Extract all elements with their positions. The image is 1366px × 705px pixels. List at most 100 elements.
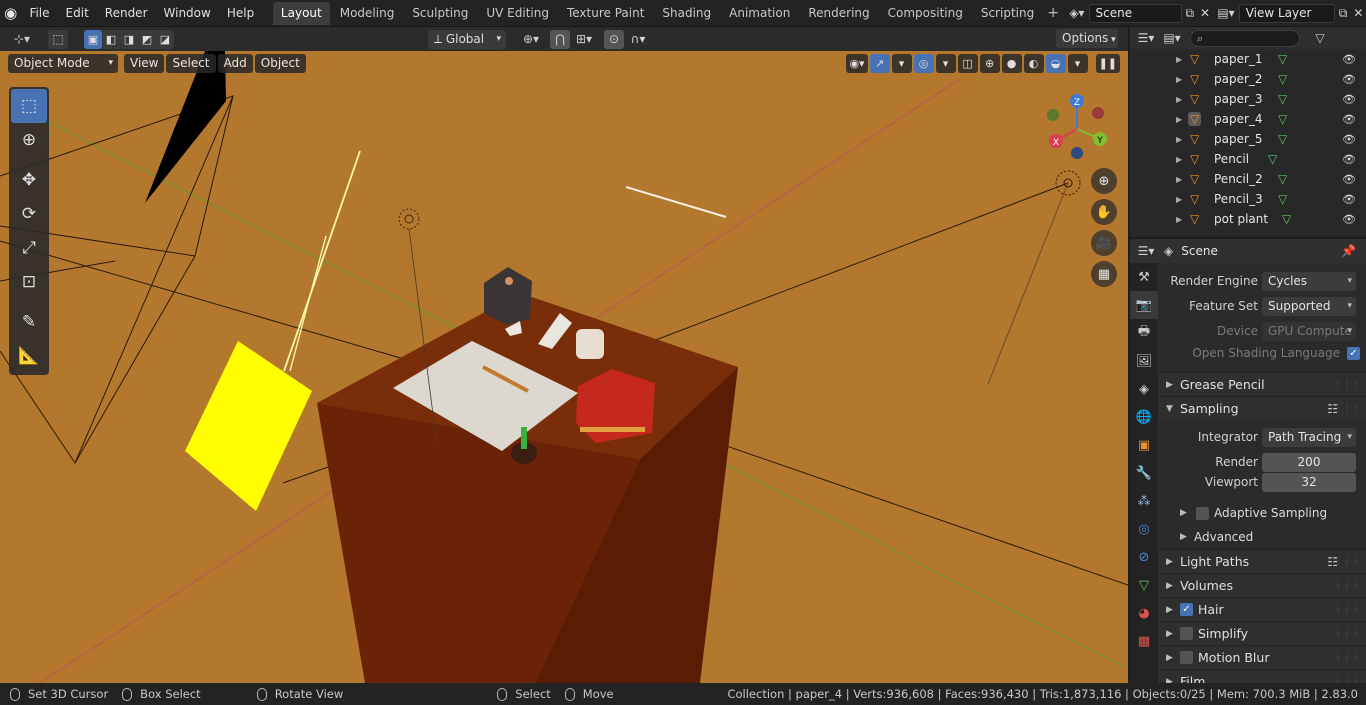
filter-icon[interactable]: ▽ [1310,29,1330,48]
snap-target-icon[interactable]: ⊞▾ [570,30,598,49]
visibility-eye-icon[interactable]: 👁 [1342,173,1356,186]
expand-arrow-icon[interactable]: ▶ [1176,175,1182,184]
simplify-panel[interactable]: ▶ Simplify ⋮⋮⋮ [1158,621,1366,645]
hair-checkbox[interactable]: ✓ [1180,603,1193,616]
menu-render[interactable]: Render [97,0,156,27]
view-layer-tab-icon[interactable]: 🖼 [1130,347,1158,375]
adaptive-sampling-checkbox[interactable] [1196,506,1209,520]
annotate-tool-icon[interactable]: ✎ [11,305,47,339]
film-panel[interactable]: ▶ Film ⋮⋮⋮ [1158,669,1366,683]
drag-grip-icon[interactable]: ⋮⋮⋮ [1333,604,1361,615]
new-view-layer-icon[interactable]: ⧉ [1335,4,1350,23]
view-menu[interactable]: View [124,54,165,73]
world-tab-icon[interactable]: 🌐 [1130,403,1158,431]
expand-arrow-icon[interactable]: ▶ [1176,215,1182,224]
view-layer-selector-icon[interactable]: ▤▾ [1217,4,1234,23]
hair-panel[interactable]: ▶ ✓ Hair ⋮⋮⋮ [1158,597,1366,621]
light-paths-panel[interactable]: ▶ Light Paths ☷ ⋮⋮⋮ [1158,549,1366,573]
material-shading-icon[interactable]: ◐ [1023,54,1044,73]
expand-arrow-icon[interactable]: ▶ [1176,55,1182,64]
mesh-data-icon[interactable]: ▽ [1278,192,1287,206]
gizmo-options-icon[interactable]: ▾ [891,54,912,73]
shading-options-icon[interactable]: ▾ [1067,54,1088,73]
proportional-falloff-icon[interactable]: ∩▾ [624,30,652,49]
expand-arrow-icon[interactable]: ▶ [1176,115,1182,124]
xray-toggle-icon[interactable]: ◫ [957,54,978,73]
outliner-item-pencil[interactable]: ▶ ▽ Pencil ▽ 👁 [1130,149,1366,169]
mesh-data-icon[interactable]: ▽ [1278,92,1287,106]
tab-layout[interactable]: Layout [272,1,330,25]
menu-edit[interactable]: Edit [58,0,97,27]
visibility-icon[interactable]: ◉▾ [846,54,868,73]
pan-hand-icon[interactable]: ✋ [1091,199,1117,225]
outliner-item-paper-4[interactable]: ▶ ▽ paper_4 ▽ 👁 [1130,109,1366,129]
mesh-data-icon[interactable]: ▽ [1282,212,1291,226]
drag-grip-icon[interactable]: ⋮⋮⋮ [1333,556,1361,567]
mesh-data-icon[interactable]: ▽ [1278,112,1287,126]
particles-tab-icon[interactable]: ⁂ [1130,487,1158,515]
tab-texture-paint[interactable]: Texture Paint [559,2,652,25]
cursor-tool-icon[interactable]: ⊕ [11,123,47,157]
solid-shading-icon[interactable]: ● [1001,54,1022,73]
simplify-checkbox[interactable] [1180,627,1193,640]
output-tab-icon[interactable]: 🖶 [1130,319,1158,347]
visibility-eye-icon[interactable]: 👁 [1342,93,1356,106]
camera-view-icon[interactable]: 🎥 [1091,230,1117,256]
tab-scripting[interactable]: Scripting [973,2,1042,25]
move-tool-icon[interactable]: ✥ [11,163,47,197]
tab-shading[interactable]: Shading [654,2,719,25]
outliner-item-paper-1[interactable]: ▶ ▽ paper_1 ▽ 👁 [1130,49,1366,69]
volumes-panel[interactable]: ▶ Volumes ⋮⋮⋮ [1158,573,1366,597]
motion-blur-panel[interactable]: ▶ Motion Blur ⋮⋮⋮ [1158,645,1366,669]
tool-tab-icon[interactable]: ⚒ [1130,263,1158,291]
outliner-item-paper-3[interactable]: ▶ ▽ paper_3 ▽ 👁 [1130,89,1366,109]
drag-grip-icon[interactable]: ⋮⋮⋮ [1333,580,1361,591]
mesh-data-icon[interactable]: ▽ [1278,172,1287,186]
tab-uv-editing[interactable]: UV Editing [478,2,557,25]
physics-tab-icon[interactable]: ◎ [1130,515,1158,543]
scene-tab-icon[interactable]: ◈ [1130,375,1158,403]
viewport-samples-field[interactable]: 32 [1262,472,1356,492]
rendered-shading-icon[interactable]: ◒ [1045,54,1066,73]
expand-arrow-icon[interactable]: ▶ [1176,75,1182,84]
tab-rendering[interactable]: Rendering [800,2,877,25]
motion-blur-checkbox[interactable] [1180,651,1193,664]
transform-orientation-dropdown[interactable]: ⟂ Global ▾ [428,29,506,49]
menu-window[interactable]: Window [156,0,219,27]
tab-modeling[interactable]: Modeling [332,2,403,25]
select-subtract-icon[interactable]: ◨ [120,30,138,49]
3d-viewport[interactable]: Object Mode ▾ View Select Add Object ◉▾ ↗… [0,51,1128,683]
sampling-panel[interactable]: ▼ Sampling ☷ ⋮⋮⋮ [1158,396,1366,420]
tab-compositing[interactable]: Compositing [880,2,971,25]
wireframe-shading-icon[interactable]: ⊕ [979,54,1000,73]
advanced-row[interactable]: ▶ Advanced [1158,526,1366,548]
measure-tool-icon[interactable]: 📐 [11,339,47,373]
outliner-item-pot-plant[interactable]: ▶ ▽ pot plant ▽ 👁 [1130,209,1366,229]
drag-grip-icon[interactable]: ⋮⋮⋮ [1333,628,1361,639]
pause-render-icon[interactable]: ❚❚ [1095,54,1120,73]
render-tab-icon[interactable]: 📷 [1130,291,1158,319]
modifier-tab-icon[interactable]: 🔧 [1130,459,1158,487]
select-new-icon[interactable]: ▣ [84,29,102,49]
drag-grip-icon[interactable]: ⋮⋮⋮ [1333,379,1361,390]
select-difference-icon[interactable]: ◩ [138,30,156,49]
outliner-item-pencil-3[interactable]: ▶ ▽ Pencil_3 ▽ 👁 [1130,189,1366,209]
select-box-tool-icon[interactable]: ⬚ [11,89,47,123]
visibility-eye-icon[interactable]: 👁 [1342,193,1356,206]
device-dropdown[interactable]: GPU Compute ▾ [1262,321,1356,341]
scene-name-field[interactable]: Scene [1088,3,1183,23]
display-mode-icon[interactable]: ▤▾ [1162,29,1182,48]
render-engine-dropdown[interactable]: Cycles ▾ [1262,271,1356,291]
select-tool-icon[interactable]: ⬚ [48,29,68,49]
integrator-dropdown[interactable]: Path Tracing ▾ [1262,427,1356,447]
select-intersect-icon[interactable]: ◪ [156,30,174,49]
material-tab-icon[interactable]: ◕ [1130,599,1158,627]
object-menu[interactable]: Object [254,54,306,73]
visibility-eye-icon[interactable]: 👁 [1342,113,1356,126]
outliner-search-input[interactable]: ⌕ [1190,29,1300,47]
mesh-data-icon[interactable]: ▽ [1278,72,1287,86]
texture-tab-icon[interactable]: ▩ [1130,627,1158,655]
scene-selector-icon[interactable]: ◈▾ [1069,4,1084,23]
options-dropdown[interactable]: Options ▾ [1056,29,1118,48]
data-tab-icon[interactable]: ▽ [1130,571,1158,599]
